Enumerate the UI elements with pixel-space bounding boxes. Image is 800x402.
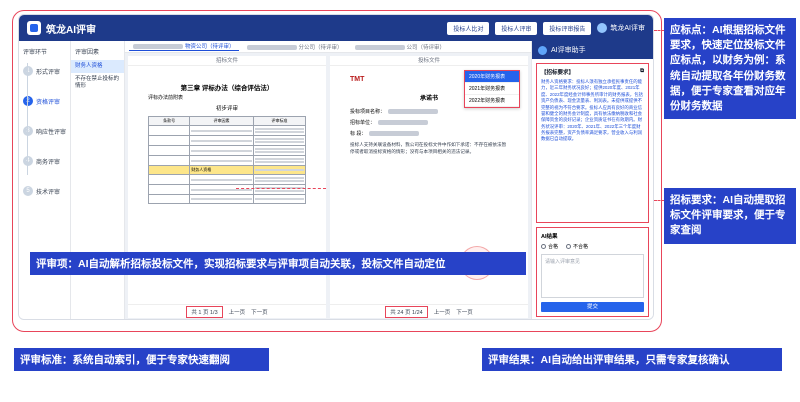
factor-nav-title: 评审因素 — [75, 50, 100, 56]
step-number: 5 — [23, 186, 33, 196]
step-label: 响应性评审 — [36, 129, 67, 136]
step-label: 资格评审 — [36, 99, 61, 106]
review-report-button[interactable]: 投标评审报告 — [543, 21, 592, 35]
submit-button[interactable]: 提交 — [541, 302, 644, 312]
connector-line — [236, 188, 326, 189]
ai-assistant-panel: AI评审助手 【招标要求】 ⧉ 财务人资格要求：投标人须有独立承担民事责任的能力… — [531, 41, 653, 319]
document-area: 物资公司（待评审） 分公司（待评审） 公司（待评审） 招标文件 第三章 评标办法… — [125, 41, 531, 319]
prev-page-button[interactable]: 上一页 — [434, 308, 451, 316]
app-logo-icon — [27, 21, 41, 35]
callout-tender-requirement: 招标要求：AI自动提取招标文件评审要求，便于专家查阅 — [664, 188, 796, 244]
connector-line — [654, 30, 664, 31]
callout-review-standard: 评审标准：系统自动索引，便于专家快速翻阅 — [14, 348, 269, 371]
project-name-line: 投标项目名称： — [350, 108, 508, 115]
next-page-button[interactable]: 下一页 — [251, 308, 268, 316]
user-menu[interactable]: 筑龙AI评审 — [597, 23, 645, 33]
connector-line — [654, 200, 664, 201]
redacted-name — [133, 44, 183, 50]
panel-header: 招标文件 — [128, 56, 326, 66]
step-number: 3 — [23, 126, 33, 136]
panel-header: 投标文件 — [330, 56, 528, 66]
section-title: 初步评审 — [215, 106, 238, 112]
user-name: 筑龙AI评审 — [610, 25, 645, 32]
tab-company-3[interactable]: 公司（待评审） — [351, 43, 450, 51]
tab-company-1[interactable]: 物资公司（待评审） — [129, 42, 239, 51]
tab-company-2[interactable]: 分公司（待评审） — [243, 43, 347, 51]
commitment-text: 投标人支持关联设备材料，我公司在投标文件中作如下承诺：不存在被依法暂停或者取消投… — [350, 142, 507, 155]
ai-panel-header: AI评审助手 — [532, 41, 653, 59]
factor-item-financial[interactable]: 财务人资格 — [71, 60, 124, 74]
requirement-title: 【招标要求】 — [541, 70, 575, 76]
bidder-compare-button[interactable]: 投标人比对 — [447, 21, 490, 35]
review-opinion-input[interactable]: 请输入评审意见 — [541, 254, 644, 298]
company-tabs: 物资公司（待评审） 分公司（待评审） 公司（待评审） — [125, 41, 531, 53]
ai-result-box: AI结果 合格 不合格 请输入评审意见 提交 — [536, 227, 649, 317]
ai-icon — [538, 45, 547, 55]
tender-document-panel: 招标文件 第三章 评标办法（综合评估法） 评标办法前附表 初步评审 条款号 评审因… — [128, 56, 326, 318]
tenderer-line: 招标单位： — [350, 119, 508, 126]
pass-radio[interactable]: 合格 — [541, 243, 558, 250]
step-label: 形式评审 — [36, 69, 61, 76]
step-nav-title: 评审环节 — [23, 50, 48, 56]
year-option-2022[interactable]: 2022年财务报表 — [465, 95, 519, 107]
step-technical-review[interactable]: 5 技术评审 — [19, 182, 70, 200]
callout-review-item: 评审项：AI自动解析招标投标文件，实现招标要求与评审项自动关联，投标文件自动定位 — [30, 252, 526, 275]
app-title: 筑龙AI评审 — [46, 24, 96, 36]
highlighted-criterion-row[interactable]: 财务人资格 — [147, 165, 307, 175]
chapter-title: 第三章 评标办法（综合评估法） — [180, 85, 274, 92]
step-label: 技术评审 — [36, 189, 61, 196]
year-option-2020[interactable]: 2020年财务报表 — [465, 71, 519, 83]
redacted-name — [246, 44, 297, 50]
callout-review-result: 评审结果：AI自动给出评审结果，只需专家复核确认 — [482, 348, 782, 371]
tender-pager: 共 1 页 1/3 上一页 下一页 — [128, 304, 326, 318]
step-number: 1 — [23, 66, 33, 76]
step-label: 商务评审 — [36, 159, 61, 166]
table-title: 评标办法前附表 — [148, 95, 184, 101]
ai-panel-title: AI评审助手 — [551, 47, 586, 54]
step-number: 4 — [23, 156, 33, 166]
factor-nav: 评审因素 财务人资格 不存在禁止投标的情形 — [71, 41, 125, 319]
callout-answer-point: 应标点：AI根据招标文件要求，快速定位投标文件应标点，以财务为例：系统自动提取各… — [664, 18, 796, 120]
ai-result-label: AI结果 — [541, 234, 558, 240]
page-indicator: 共 1 页 1/3 — [186, 305, 223, 318]
factor-item-no-prohibition[interactable]: 不存在禁止投标的情形 — [71, 73, 124, 93]
bid-pager: 共 24 页 1/24 上一页 下一页 — [330, 304, 528, 318]
copy-icon[interactable]: ⧉ — [640, 68, 644, 76]
prev-page-button[interactable]: 上一页 — [229, 308, 246, 316]
fail-radio[interactable]: 不合格 — [566, 243, 588, 250]
redacted-name — [354, 44, 405, 50]
bid-document-panel: 投标文件 TMT 承诺书 投标项目名称： 招标单位： 标 段： 投标人支持关联设… — [330, 56, 528, 318]
year-option-2021[interactable]: 2021年财务报表 — [465, 83, 519, 95]
page-indicator: 共 24 页 1/24 — [385, 305, 428, 318]
step-nav: 评审环节 1 形式评审 2 资格评审 3 响应性评审 4 商务评审 5 技术评审 — [19, 41, 71, 319]
bidder-review-button[interactable]: 投标人评审 — [495, 21, 538, 35]
tender-requirement-box: 【招标要求】 ⧉ 财务人资格要求：投标人须有独立承担民事责任的能力，近三年财务状… — [536, 63, 649, 223]
requirement-text: 财务人资格要求：投标人须有独立承担民事责任的能力，近三年财务状况良好；提供202… — [541, 79, 643, 142]
next-page-button[interactable]: 下一页 — [456, 308, 473, 316]
step-number: 2 — [23, 96, 33, 106]
lot-line: 标 段： — [350, 130, 508, 137]
year-dropdown[interactable]: 2020年财务报表 2021年财务报表 2022年财务报表 — [464, 70, 520, 108]
criteria-table: 条款号 评审因素 评审标准 财务人资格 — [147, 116, 307, 204]
avatar — [597, 23, 608, 33]
top-bar: 筑龙AI评审 投标人比对 投标人评审 投标评审报告 筑龙AI评审 — [19, 15, 653, 41]
step-connector — [27, 63, 28, 175]
